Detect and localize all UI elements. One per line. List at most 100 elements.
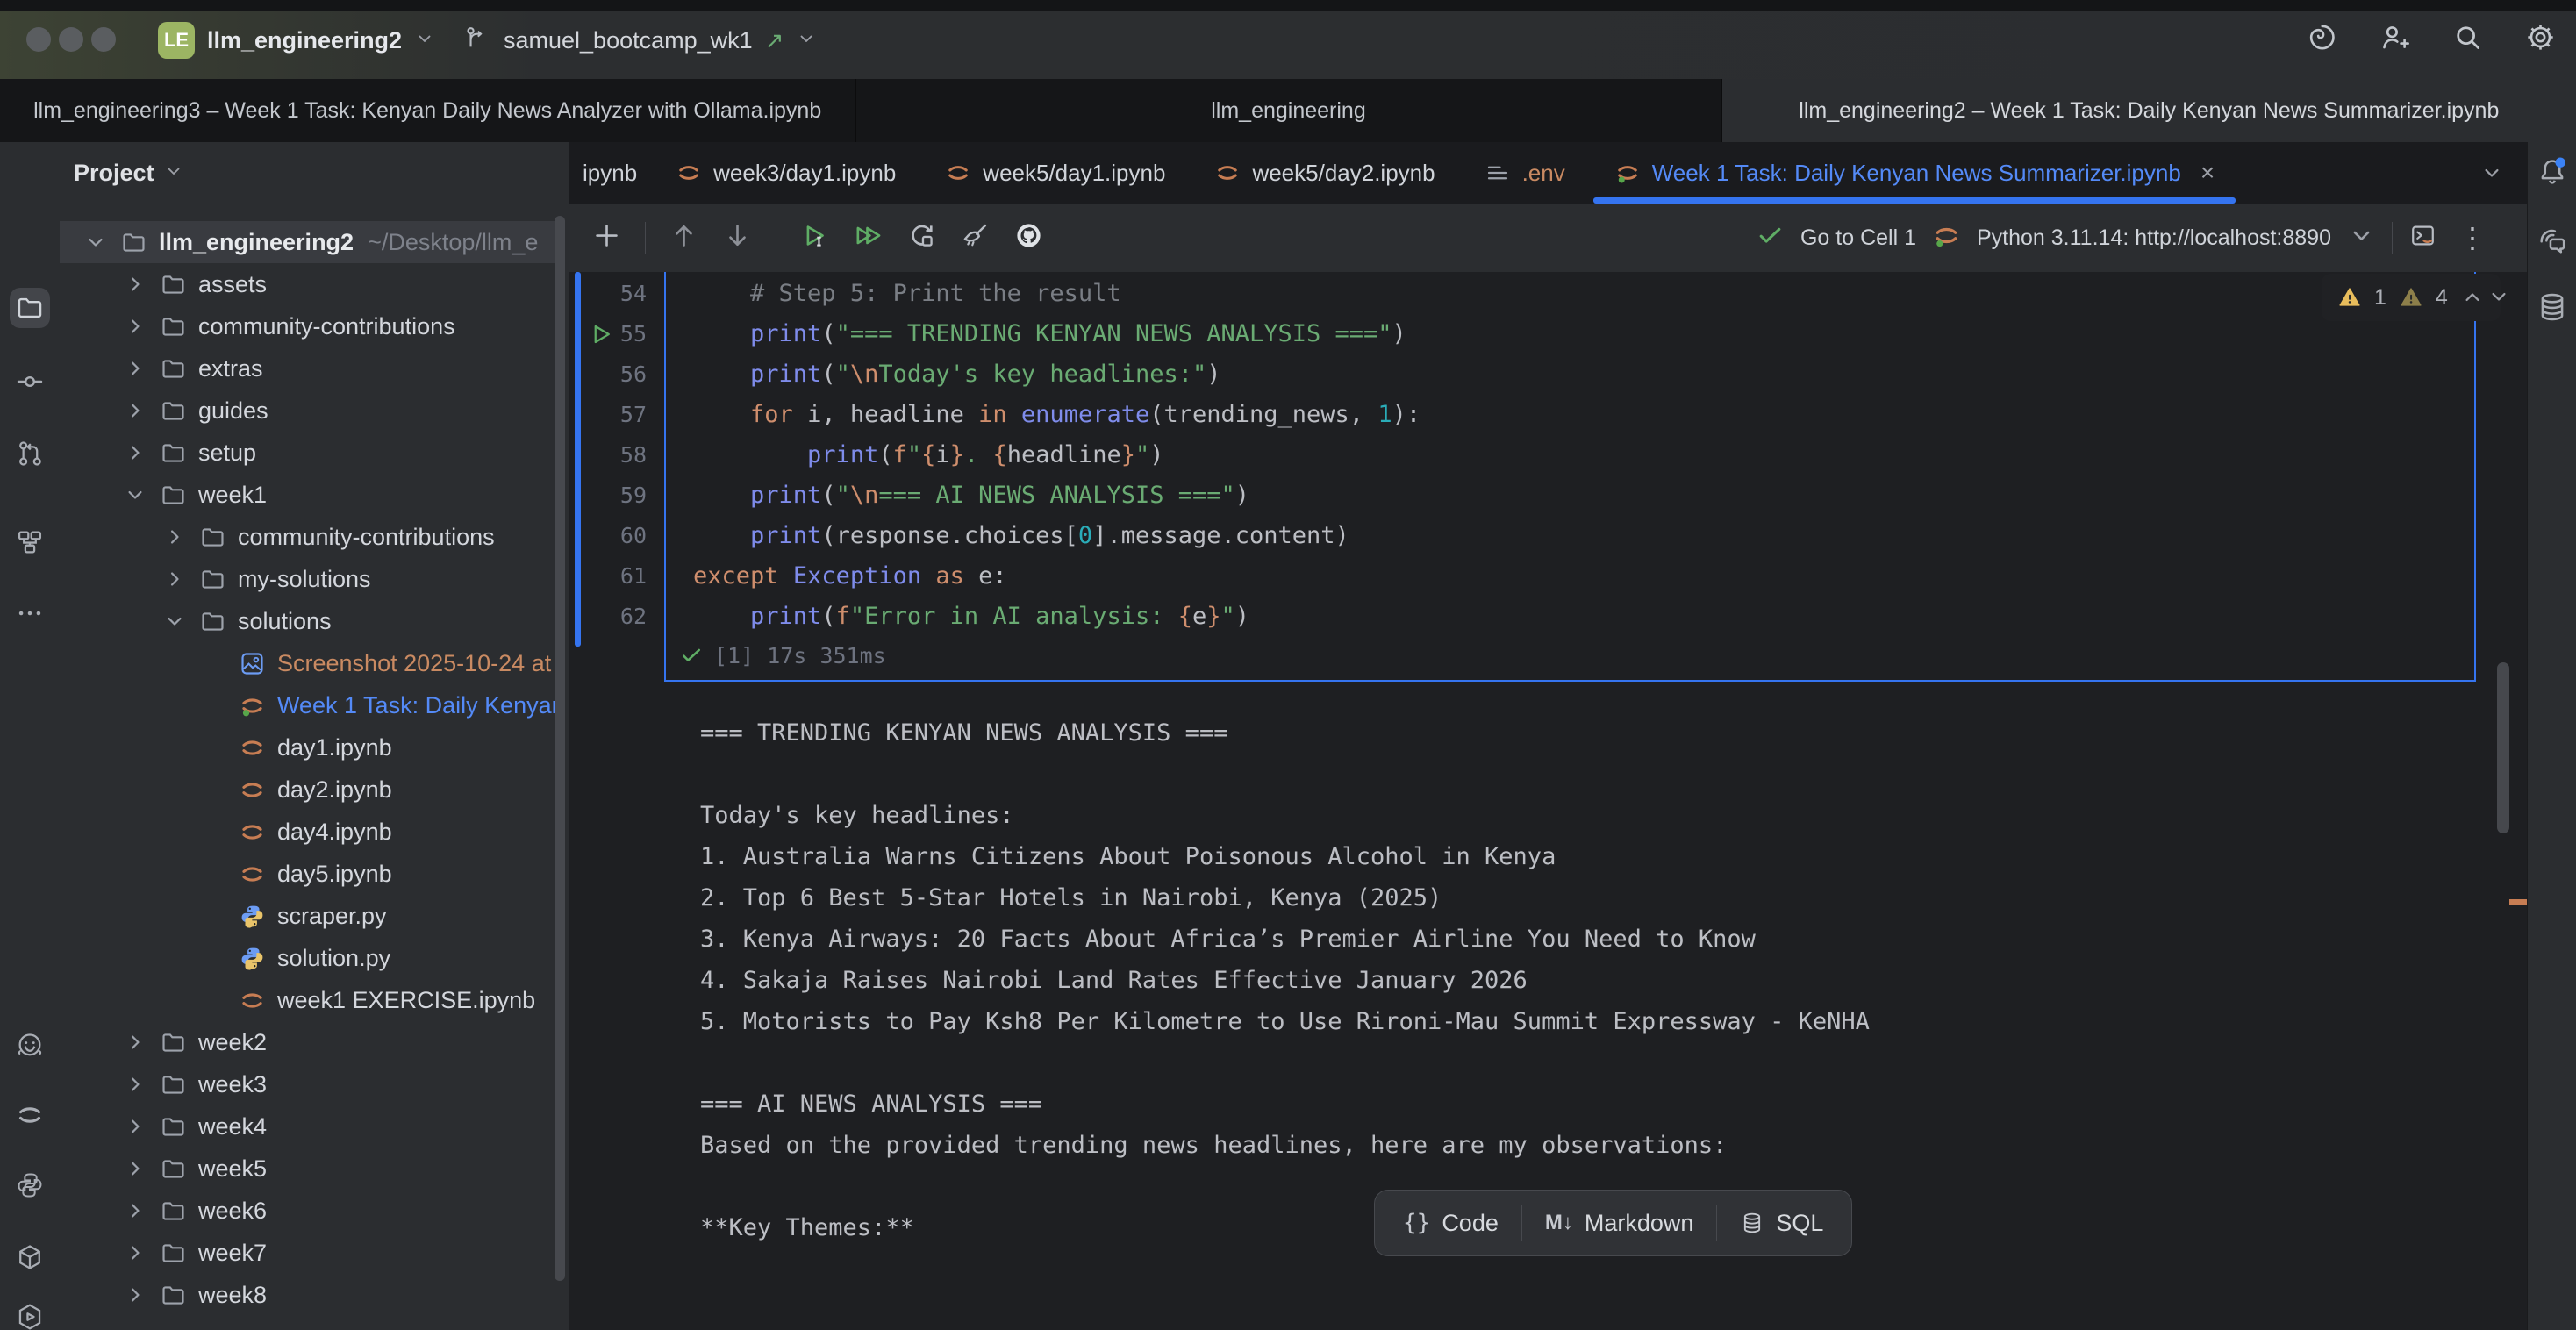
chevron-down-icon[interactable] (162, 609, 199, 633)
jupyter-tool-button[interactable] (10, 1095, 50, 1135)
code-line-61[interactable]: except Exception as e: (693, 556, 1420, 597)
code-line-57[interactable]: for i, headline in enumerate(trending_ne… (693, 395, 1420, 435)
add-code-cell-button[interactable]: {} Code (1380, 1191, 1521, 1255)
tree-item-env[interactable]: .env (60, 1316, 555, 1330)
tree-item-screenshot-2025-10-24-at[interactable]: Screenshot 2025-10-24 at (60, 642, 555, 684)
python-console-tool-button[interactable] (10, 1165, 50, 1205)
tree-item-week6[interactable]: week6 (60, 1190, 555, 1232)
code-line-56[interactable]: print("\nToday's key headlines:") (693, 354, 1420, 395)
chevron-right-icon[interactable] (123, 1114, 160, 1139)
chevron-right-icon[interactable] (123, 440, 160, 465)
tree-item-day5-ipynb[interactable]: day5.ipynb (60, 853, 555, 895)
chevron-right-icon[interactable] (123, 1030, 160, 1055)
pull-requests-tool-button[interactable] (10, 433, 50, 474)
tree-item-week7[interactable]: week7 (60, 1232, 555, 1274)
tree-item-solutions[interactable]: solutions (60, 600, 555, 642)
tree-item-extras[interactable]: extras (60, 347, 555, 390)
chevron-right-icon[interactable] (123, 314, 160, 339)
tab-list-dropdown[interactable] (2479, 142, 2527, 204)
notifications-bell-icon[interactable] (2535, 154, 2570, 189)
add-cell-button[interactable] (591, 220, 622, 255)
run-targets-tool-button[interactable] (10, 1297, 50, 1330)
run-line-icon[interactable] (588, 321, 614, 352)
tree-item-week4[interactable]: week4 (60, 1105, 555, 1148)
open-console-button[interactable] (2408, 221, 2437, 254)
editor-tab-week-1-task-daily-kenyan-news-summarizer-ipynb[interactable]: Week 1 Task: Daily Kenyan News Summarize… (1590, 142, 2239, 204)
close-window-button[interactable] (26, 27, 51, 52)
database-tool-button[interactable] (2535, 290, 2570, 325)
chevron-down-icon[interactable] (123, 483, 160, 507)
editor-scrollbar[interactable] (2497, 662, 2509, 833)
chevron-right-icon[interactable] (123, 272, 160, 297)
tree-item-assets[interactable]: assets (60, 263, 555, 305)
error-stripe-mark[interactable] (2509, 899, 2527, 905)
tree-item-day1-ipynb[interactable]: day1.ipynb (60, 726, 555, 769)
editor-tab-week3-day1-ipynb[interactable]: week3/day1.ipynb (651, 142, 920, 204)
close-icon[interactable]: × (2200, 161, 2215, 185)
code-line-58[interactable]: print(f"{i}. {headline}") (693, 435, 1420, 476)
project-panel-header[interactable]: Project (74, 142, 184, 204)
tree-item-solution-py[interactable]: solution.py (60, 937, 555, 979)
chevron-right-icon[interactable] (123, 398, 160, 423)
tree-item-scraper-py[interactable]: scraper.py (60, 895, 555, 937)
tree-item-week5[interactable]: week5 (60, 1148, 555, 1190)
editor-tab-week5-day1-ipynb[interactable]: week5/day1.ipynb (920, 142, 1190, 204)
more-options-icon[interactable]: ⋮ (2453, 224, 2492, 252)
chevron-right-icon[interactable] (162, 525, 199, 549)
run-all-cells-button[interactable] (853, 220, 884, 255)
run-cell-button[interactable] (799, 220, 830, 255)
tree-item-community-contributions[interactable]: community-contributions (60, 305, 555, 347)
chevron-right-icon[interactable] (162, 567, 199, 591)
settings-gear-icon[interactable] (2524, 21, 2557, 58)
move-cell-up-button[interactable] (669, 220, 699, 255)
github-icon[interactable] (1013, 220, 1044, 255)
editor-tab-ipynb[interactable]: ipynb (569, 142, 651, 204)
go-to-cell-button[interactable]: Go to Cell 1 (1800, 225, 1916, 251)
code-line-59[interactable]: print("\n=== AI NEWS ANALYSIS ===") (693, 476, 1420, 516)
clear-outputs-button[interactable] (960, 220, 991, 255)
git-branch-widget[interactable]: samuel_bootcamp_wk1 ↗ (463, 19, 817, 61)
search-icon[interactable] (2451, 21, 2484, 58)
next-warning-icon[interactable] (2487, 284, 2511, 313)
chevron-right-icon[interactable] (123, 356, 160, 381)
project-tree-scrollbar[interactable] (555, 216, 565, 1281)
huggingface-tool-button[interactable] (10, 1026, 50, 1066)
add-markdown-cell-button[interactable]: M↓ Markdown (1522, 1191, 1717, 1255)
code-line-60[interactable]: print(response.choices[0].message.conten… (693, 516, 1420, 556)
code-line-54[interactable]: # Step 5: Print the result (693, 274, 1420, 314)
restart-kernel-button[interactable] (906, 220, 937, 255)
tree-item-setup[interactable]: setup (60, 432, 555, 474)
packages-tool-button[interactable] (10, 1237, 50, 1277)
code-cell[interactable]: # Step 5: Print the result print("=== TR… (693, 274, 1420, 637)
tree-item-llm-engineering2[interactable]: llm_engineering2~/Desktop/llm_e (60, 221, 555, 263)
window-tab-llm-engineering[interactable]: llm_engineering (856, 79, 1721, 142)
code-line-55[interactable]: print("=== TRENDING KENYAN NEWS ANALYSIS… (693, 314, 1420, 354)
tree-item-guides[interactable]: guides (60, 390, 555, 432)
structure-tool-button[interactable] (10, 522, 50, 562)
tree-item-week1-exercise-ipynb[interactable]: week1 EXERCISE.ipynb (60, 979, 555, 1021)
tree-item-week2[interactable]: week2 (60, 1021, 555, 1063)
tree-item-community-contributions[interactable]: community-contributions (60, 516, 555, 558)
minimize-window-button[interactable] (59, 27, 83, 52)
editor-tab-week5-day2-ipynb[interactable]: week5/day2.ipynb (1190, 142, 1459, 204)
ai-chat-tool-button[interactable] (2535, 223, 2570, 258)
tree-item-week8[interactable]: week8 (60, 1274, 555, 1316)
ai-assistant-icon[interactable] (2306, 21, 2338, 58)
add-user-icon[interactable] (2379, 21, 2411, 58)
add-sql-cell-button[interactable]: SQL (1717, 1191, 1846, 1255)
tree-item-week1[interactable]: week1 (60, 474, 555, 516)
chevron-right-icon[interactable] (123, 1156, 160, 1181)
commit-tool-button[interactable] (10, 361, 50, 402)
zoom-window-button[interactable] (91, 27, 116, 52)
tree-item-my-solutions[interactable]: my-solutions (60, 558, 555, 600)
chevron-right-icon[interactable] (123, 1072, 160, 1097)
inspections-widget[interactable]: 1 4 (2322, 274, 2501, 321)
chevron-right-icon[interactable] (123, 1283, 160, 1307)
editor-tab-env[interactable]: .env (1460, 142, 1590, 204)
more-tools-button[interactable] (10, 593, 50, 633)
notebook-editor[interactable]: 545556575859606162 # Step 5: Print the r… (569, 272, 2527, 1330)
chevron-down-icon[interactable] (83, 230, 120, 254)
code-line-62[interactable]: print(f"Error in AI analysis: {e}") (693, 597, 1420, 637)
tree-item-week-1-task-daily-kenyar[interactable]: Week 1 Task: Daily Kenyar (60, 684, 555, 726)
chevron-right-icon[interactable] (123, 1198, 160, 1223)
